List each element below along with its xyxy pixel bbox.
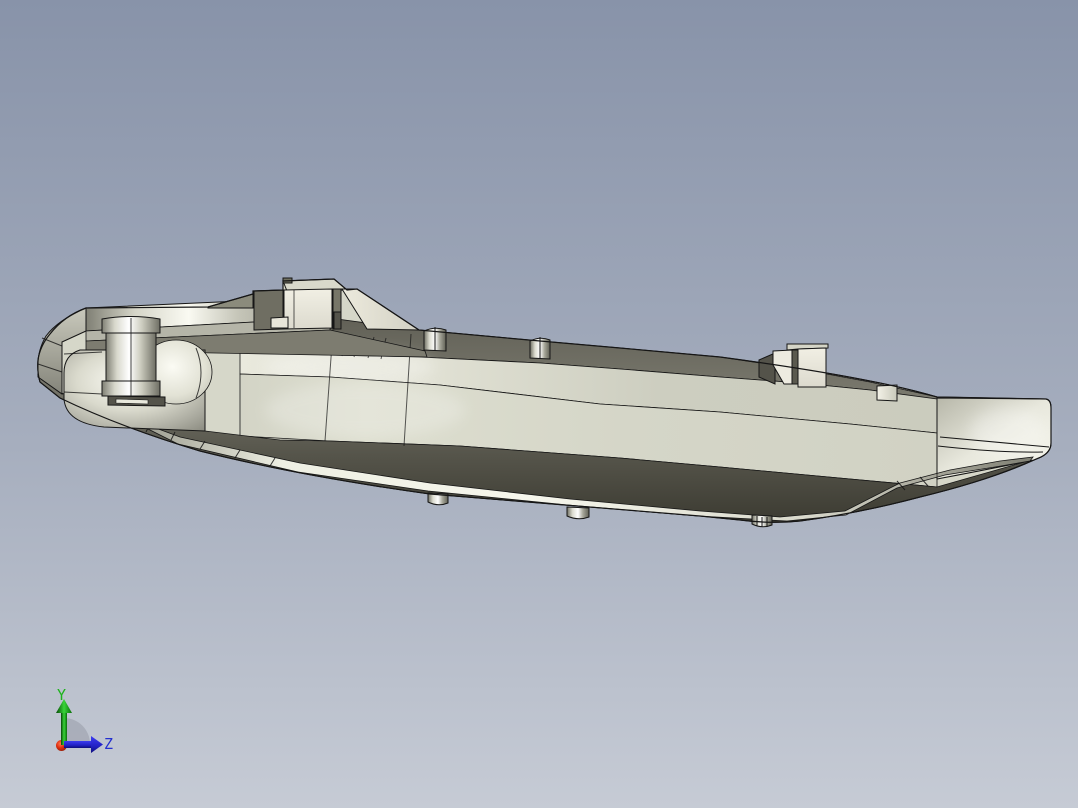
- tower-dark-sliver-low: [333, 311, 342, 330]
- rotation-sector: [64, 718, 90, 744]
- tower-foot: [270, 316, 289, 329]
- mount-tab[interactable]: [758, 343, 829, 388]
- orientation-triad[interactable]: Y Z: [56, 686, 113, 753]
- bottom-pin-2[interactable]: [566, 506, 590, 520]
- cad-viewport[interactable]: Y Z: [0, 0, 1078, 808]
- z-axis-label: Z: [104, 735, 113, 753]
- end-cap-highlight: [970, 408, 1046, 456]
- main-highlight: [265, 382, 465, 438]
- y-axis-label: Y: [57, 686, 66, 704]
- model-canvas[interactable]: Y Z: [0, 0, 1078, 808]
- mount-tab-small[interactable]: [876, 384, 898, 402]
- model-part[interactable]: [37, 277, 1052, 528]
- hub-cylinder[interactable]: [101, 316, 166, 407]
- tower-light-face[interactable]: [283, 288, 333, 330]
